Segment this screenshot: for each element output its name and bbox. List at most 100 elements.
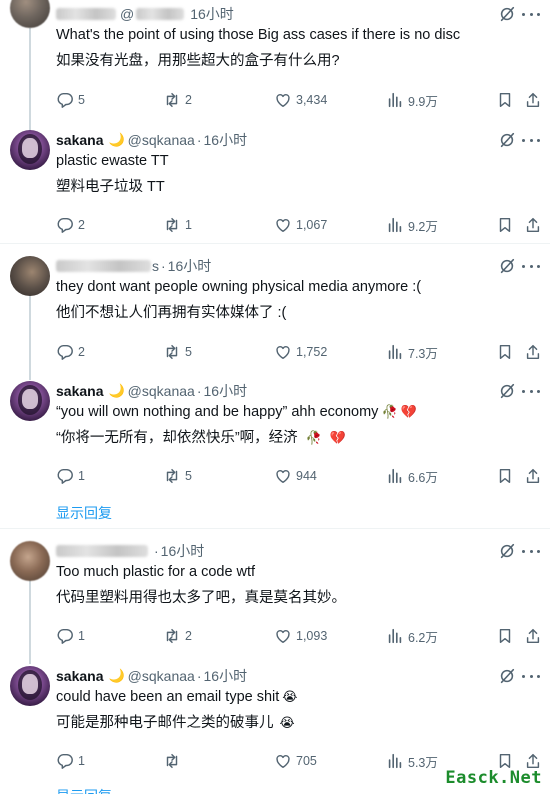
like-button[interactable]: 705 — [274, 751, 317, 771]
like-button[interactable]: 1,067 — [274, 215, 327, 235]
like-button[interactable]: 944 — [274, 466, 317, 486]
bookmark-button[interactable] — [496, 626, 514, 646]
views-button[interactable]: 6.2万 — [386, 626, 438, 646]
views-button[interactable]: 7.3万 — [386, 342, 438, 362]
bookmark-icon — [499, 344, 511, 360]
share-button[interactable] — [524, 626, 542, 646]
view-count: 5.3万 — [408, 755, 438, 770]
views-button[interactable]: 9.2万 — [386, 215, 438, 235]
bookmark-button[interactable] — [496, 90, 514, 110]
reply-post[interactable]: @ 16小时 What's the point of using those B… — [0, 0, 550, 110]
repost-button[interactable]: 2 — [163, 90, 192, 110]
avatar[interactable] — [10, 0, 50, 28]
timestamp[interactable]: 16小时 — [168, 256, 212, 276]
grok-icon[interactable] — [498, 382, 516, 400]
like-button[interactable]: 3,434 — [274, 90, 327, 110]
grok-icon[interactable] — [498, 131, 516, 149]
avatar[interactable] — [10, 381, 50, 421]
views-button[interactable]: 6.6万 — [386, 466, 438, 486]
reply-button[interactable]: 2 — [56, 215, 85, 235]
like-button[interactable]: 1,752 — [274, 342, 327, 362]
handle[interactable]: @ — [120, 6, 134, 22]
timestamp[interactable]: 16小时 — [204, 381, 248, 401]
reply-button[interactable]: 5 — [56, 90, 85, 110]
share-button[interactable] — [524, 466, 542, 486]
crying-face-icon: 😭 — [282, 689, 298, 704]
reply-count: 2 — [78, 345, 85, 359]
reply-button[interactable]: 1 — [56, 626, 85, 646]
share-icon — [526, 217, 540, 233]
repost-icon — [166, 344, 178, 360]
handle[interactable]: @sqkanaa — [128, 383, 195, 399]
like-count: 705 — [296, 754, 317, 768]
views-button[interactable]: 5.3万 — [386, 751, 438, 771]
grok-icon[interactable] — [498, 5, 516, 23]
bookmark-button[interactable] — [496, 342, 514, 362]
action-bar: 1 5 944 6.6万 — [56, 466, 540, 486]
like-button[interactable]: 1,093 — [274, 626, 327, 646]
bookmark-icon — [499, 217, 511, 233]
views-button[interactable]: 9.9万 — [386, 90, 438, 110]
share-button[interactable] — [524, 215, 542, 235]
grok-icon[interactable] — [498, 542, 516, 560]
timestamp[interactable]: 16小时 — [190, 4, 234, 24]
reply-count: 5 — [78, 93, 85, 107]
reply-button[interactable]: 1 — [56, 751, 85, 771]
reply-button[interactable]: 2 — [56, 342, 85, 362]
repost-button[interactable]: 2 — [163, 626, 192, 646]
rose-icon: 🥀 — [305, 430, 322, 445]
display-name[interactable]: sakana — [56, 383, 103, 399]
reply-post[interactable]: · 16小时 Too much plastic for a code wtf 代… — [0, 529, 550, 654]
post-text-en: they dont want people owning physical me… — [56, 279, 422, 295]
timestamp[interactable]: 16小时 — [204, 130, 248, 150]
timestamp[interactable]: 16小时 — [204, 666, 248, 686]
action-bar: 5 2 3,434 9.9万 — [56, 90, 540, 110]
show-replies-link[interactable]: 显示回复 — [56, 786, 112, 794]
post-text-zh: “你将一无所有，却依然快乐”啊，经济 — [56, 430, 298, 446]
more-icon[interactable] — [522, 667, 540, 685]
repost-button[interactable]: 5 — [163, 466, 192, 486]
repost-button[interactable] — [163, 751, 185, 771]
avatar[interactable] — [10, 130, 50, 170]
post-text-en: could have been an email type shit — [56, 689, 280, 705]
post-text-en: Too much plastic for a code wtf — [56, 564, 256, 580]
post-text-en-line: “you will own nothing and be happy” ahh … — [56, 402, 417, 422]
repost-button[interactable]: 1 — [163, 215, 192, 235]
more-icon[interactable] — [522, 542, 540, 560]
handle[interactable]: @sqkanaa — [128, 132, 195, 148]
reply-post[interactable]: sakana 🌙 @sqkanaa · 16小时 plastic ewaste … — [0, 118, 550, 243]
like-icon — [276, 469, 290, 484]
avatar[interactable] — [10, 666, 50, 706]
bookmark-button[interactable] — [496, 215, 514, 235]
watermark-logo: Easck.Net — [443, 768, 544, 788]
more-icon[interactable] — [522, 382, 540, 400]
display-name-blurred — [56, 8, 116, 20]
display-name[interactable]: sakana — [56, 132, 103, 148]
post-text-zh: 塑料电子垃圾 TT — [56, 179, 165, 195]
crying-face-icon: 😭 — [279, 715, 295, 730]
handle[interactable]: @sqkanaa — [128, 668, 195, 684]
share-button[interactable] — [524, 90, 542, 110]
more-icon[interactable] — [522, 257, 540, 275]
grok-icon[interactable] — [498, 257, 516, 275]
repost-button[interactable]: 5 — [163, 342, 192, 362]
grok-icon[interactable] — [498, 667, 516, 685]
timestamp[interactable]: 16小时 — [161, 541, 205, 561]
show-replies-link[interactable]: 显示回复 — [56, 503, 112, 523]
share-button[interactable] — [524, 342, 542, 362]
repost-icon — [166, 753, 178, 769]
handle[interactable]: s — [152, 258, 159, 274]
avatar[interactable] — [10, 541, 50, 581]
display-name[interactable]: sakana — [56, 668, 103, 684]
bookmark-button[interactable] — [496, 466, 514, 486]
reply-post[interactable]: s · 16小时 they dont want people owning ph… — [0, 244, 550, 369]
reply-post[interactable]: sakana 🌙 @sqkanaa · 16小时 “you will own n… — [0, 369, 550, 494]
more-icon[interactable] — [522, 131, 540, 149]
like-count: 1,067 — [296, 218, 328, 232]
reply-count: 1 — [78, 629, 85, 643]
more-icon[interactable] — [522, 5, 540, 23]
avatar[interactable] — [10, 256, 50, 296]
reply-button[interactable]: 1 — [56, 466, 85, 486]
reply-post[interactable]: sakana 🌙 @sqkanaa · 16小时 could have been… — [0, 654, 550, 779]
post-header: · 16小时 — [56, 541, 204, 561]
